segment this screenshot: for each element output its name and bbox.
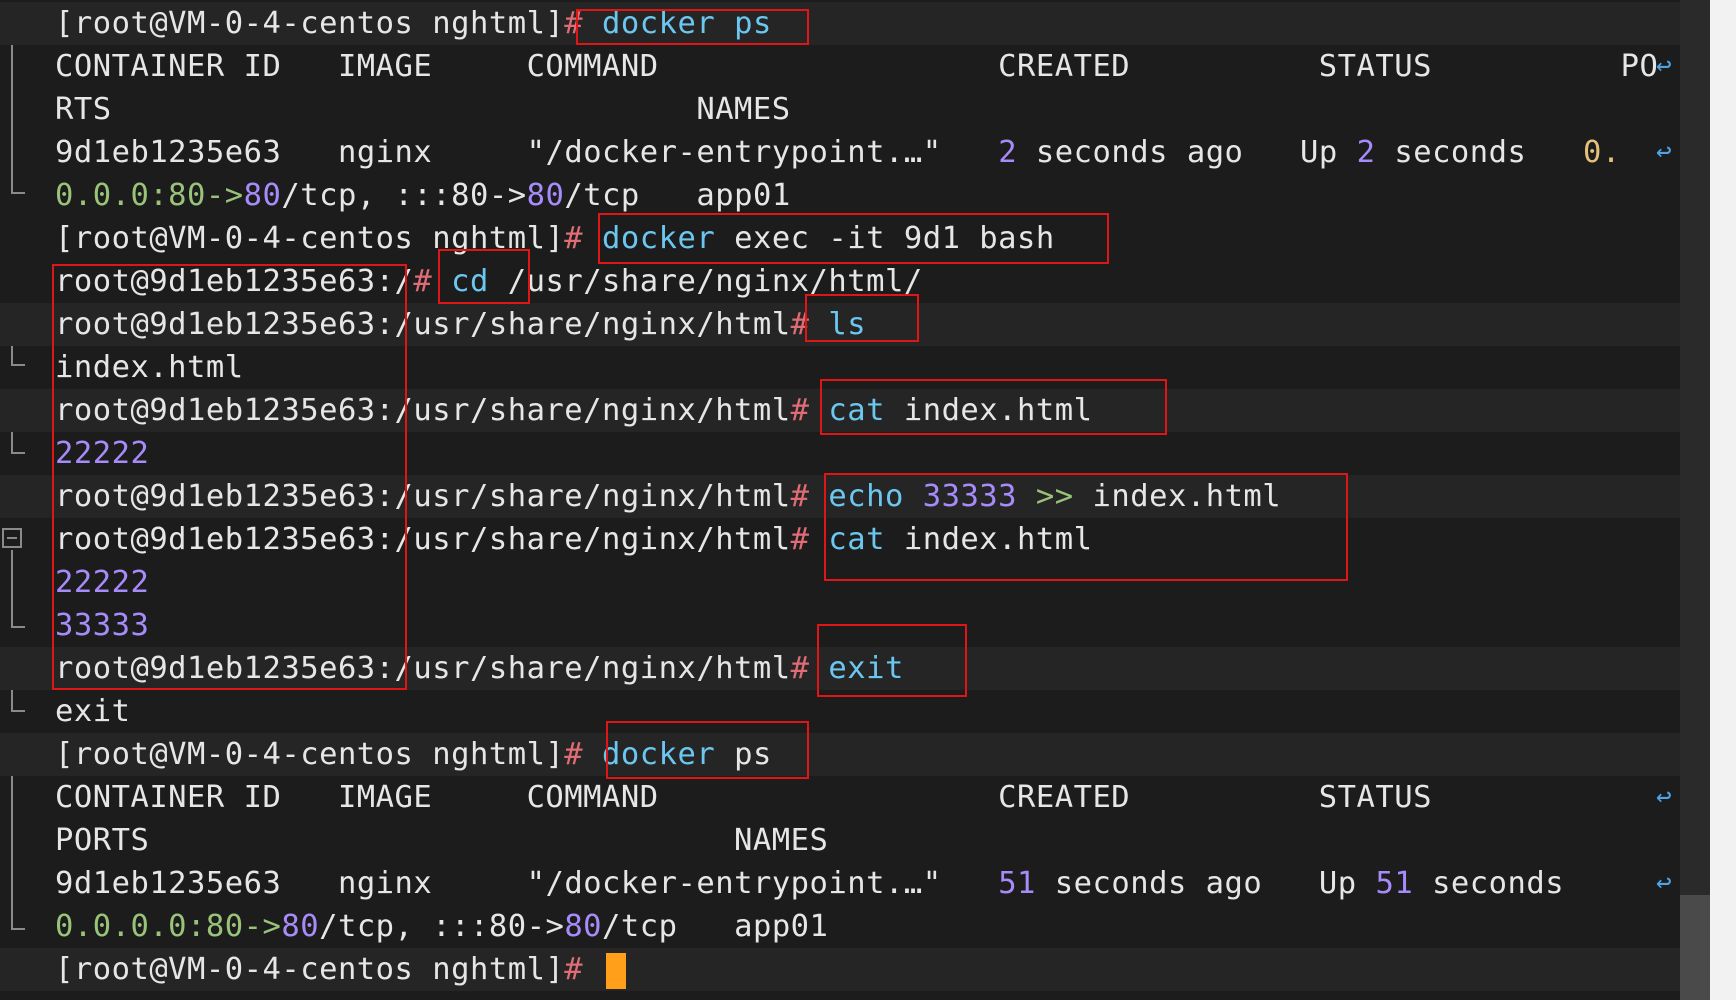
text-cursor[interactable] (606, 952, 627, 989)
wrap-arrow-icon: ↩ (1656, 782, 1673, 812)
terminal-line: 0.0.0:80->80/tcp, :::80->80/tcp app01 (55, 178, 791, 213)
terminal-line: 0.0.0.0:80->80/tcp, :::80->80/tcp app01 (55, 909, 829, 944)
window-edge (1710, 0, 1736, 1000)
terminal-line: [root@VM-0-4-centos nghtml]# docker ps (0, 2, 1680, 45)
annotation-box (438, 249, 530, 304)
annotation-box (576, 9, 809, 45)
annotation-box (805, 294, 919, 342)
terminal-window[interactable]: [root@VM-0-4-centos nghtml]# docker ps C… (0, 0, 1680, 1000)
scrollbar-thumb[interactable] (1680, 895, 1710, 1000)
terminal-line: [root@VM-0-4-centos nghtml]# docker ps (0, 733, 1680, 776)
shell-prompt: [root@VM-0-4-centos nghtml] (55, 6, 565, 41)
table-header-continued: PORTS NAMES (55, 823, 829, 858)
table-header: CONTAINER ID IMAGE COMMAND CREATED STATU… (55, 49, 1659, 84)
annotation-box (606, 721, 809, 779)
wrap-arrow-icon: ↩ (1656, 868, 1673, 898)
table-header: CONTAINER ID IMAGE COMMAND CREATED STATU… (55, 780, 1432, 815)
wrap-arrow-icon: ↩ (1656, 51, 1673, 81)
shell-prompt: [root@VM-0-4-centos nghtml] (55, 952, 565, 987)
terminal-line[interactable]: [root@VM-0-4-centos nghtml]# (0, 948, 1680, 991)
terminal-line: CONTAINER ID IMAGE COMMAND CREATED STATU… (0, 776, 1680, 819)
table-header-continued: RTS NAMES (55, 92, 791, 127)
annotation-box (52, 264, 407, 690)
vertical-scrollbar[interactable] (1680, 0, 1710, 1000)
annotation-box (598, 213, 1109, 264)
annotation-box (824, 473, 1348, 581)
terminal-line: CONTAINER ID IMAGE COMMAND CREATED STATU… (0, 45, 1680, 88)
shell-prompt: [root@VM-0-4-centos nghtml] (55, 737, 565, 772)
terminal-line: 9d1eb1235e63 nginx "/docker-entrypoint.…… (0, 131, 1680, 174)
wrap-arrow-icon: ↩ (1656, 137, 1673, 167)
terminal-line: RTS NAMES (0, 88, 1680, 131)
annotation-box (820, 379, 1167, 435)
terminal-line: PORTS NAMES (0, 819, 1680, 862)
terminal-line: 9d1eb1235e63 nginx "/docker-entrypoint.…… (0, 862, 1680, 905)
annotation-box (817, 624, 967, 697)
